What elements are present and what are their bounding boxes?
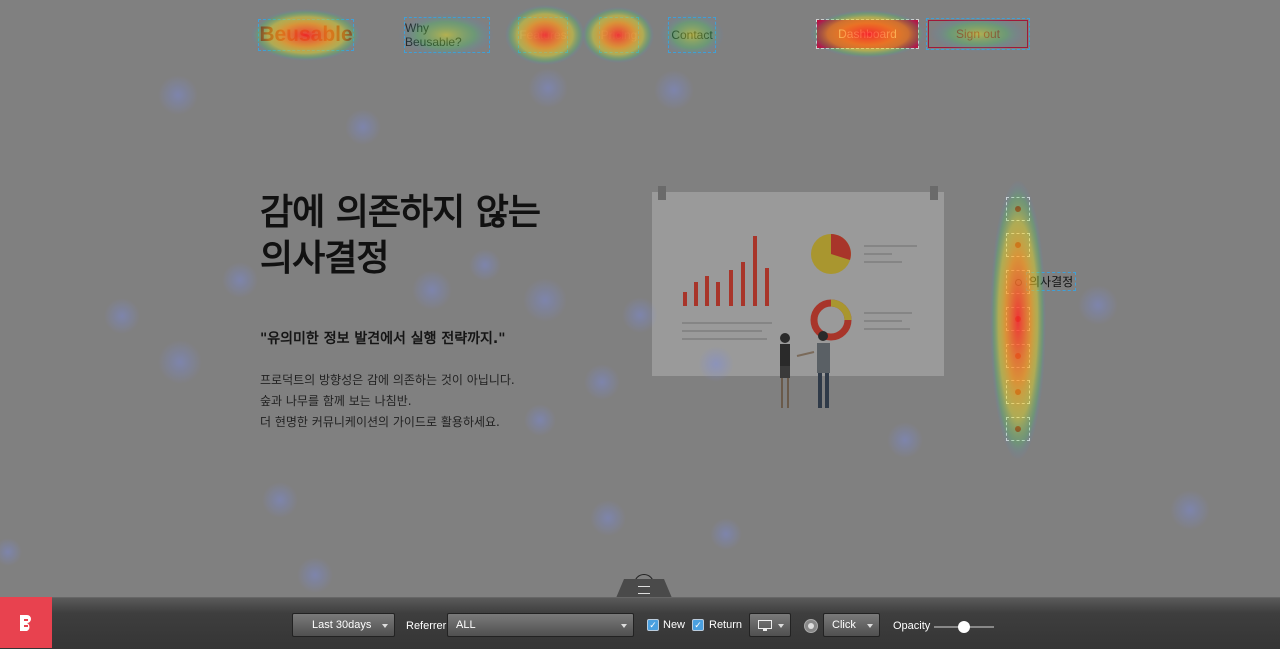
section-dot[interactable] (1006, 344, 1030, 368)
signout-button[interactable]: Sign out (926, 18, 1030, 50)
hero-title: 감에 의존하지 않는 의사결정 (260, 190, 541, 282)
device-select[interactable] (749, 613, 791, 637)
nav-features[interactable]: Features (518, 17, 568, 53)
hero-body-line: 더 현명한 커뮤니케이션의 가이드로 활용하세요. (260, 415, 500, 429)
new-visitor-checkbox[interactable]: ✓ (647, 619, 659, 631)
section-dot-active[interactable] (1006, 270, 1030, 294)
hero-body-line: 프로덕트의 방향성은 감에 의존하는 것이 아닙니다. (260, 373, 515, 387)
monitor-icon (758, 619, 772, 631)
hero-body-line: 숲과 나무를 함께 보는 나침반. (260, 394, 412, 408)
chevron-down-icon (867, 624, 873, 628)
dashboard-button[interactable]: Dashboard (816, 19, 919, 49)
heatmap-toolbar (0, 597, 1280, 649)
dashboard-illustration (652, 186, 944, 408)
hero-quote: "유의미한 정보 발견에서 실행 전략까지." (260, 331, 506, 347)
click-mode-icon (804, 619, 818, 633)
return-visitor-checkbox[interactable]: ✓ (692, 619, 704, 631)
chevron-down-icon (621, 624, 627, 628)
click-heatmap-overlay (0, 5, 1210, 593)
hero-title-line2: 의사결정 (260, 238, 389, 279)
period-value: Last 30days (312, 619, 372, 631)
menu-icon[interactable] (638, 586, 650, 594)
referrer-value: ALL (456, 619, 476, 631)
mode-value: Click (832, 619, 856, 631)
hero-body: 프로덕트의 방향성은 감에 의존하는 것이 아닙니다. 숲과 나무를 함께 보는… (260, 370, 515, 433)
mode-select[interactable]: Click (823, 613, 880, 637)
section-dot[interactable] (1006, 417, 1030, 441)
referrer-label: Referrer (406, 620, 447, 632)
beusable-b-icon (20, 614, 31, 631)
opacity-slider-knob[interactable] (958, 621, 970, 633)
section-dot[interactable] (1006, 233, 1030, 257)
hero-title-line1: 감에 의존하지 않는 (260, 192, 541, 233)
new-visitor-label: New (663, 619, 686, 631)
chevron-down-icon (778, 624, 784, 628)
section-dot[interactable] (1006, 307, 1030, 331)
period-select[interactable]: Last 30days (292, 613, 395, 637)
section-dot-label: 의사결정 (1025, 272, 1077, 291)
referrer-select[interactable]: ALL (447, 613, 634, 637)
chevron-down-icon (382, 624, 388, 628)
opacity-label: Opacity (893, 620, 931, 632)
nav-why-beusable[interactable]: Why Beusable? (404, 17, 490, 53)
beusable-logo[interactable]: Beusable (258, 19, 354, 51)
heatmap-page: Beusable Why Beusable? Features Pricing … (0, 0, 1280, 597)
section-dot[interactable] (1006, 197, 1030, 221)
nav-pricing[interactable]: Pricing (599, 17, 639, 53)
nav-contact[interactable]: Contact (668, 17, 716, 53)
beusable-brand-button[interactable] (0, 597, 52, 648)
return-visitor-label: Return (709, 619, 743, 631)
section-dot[interactable] (1006, 380, 1030, 404)
